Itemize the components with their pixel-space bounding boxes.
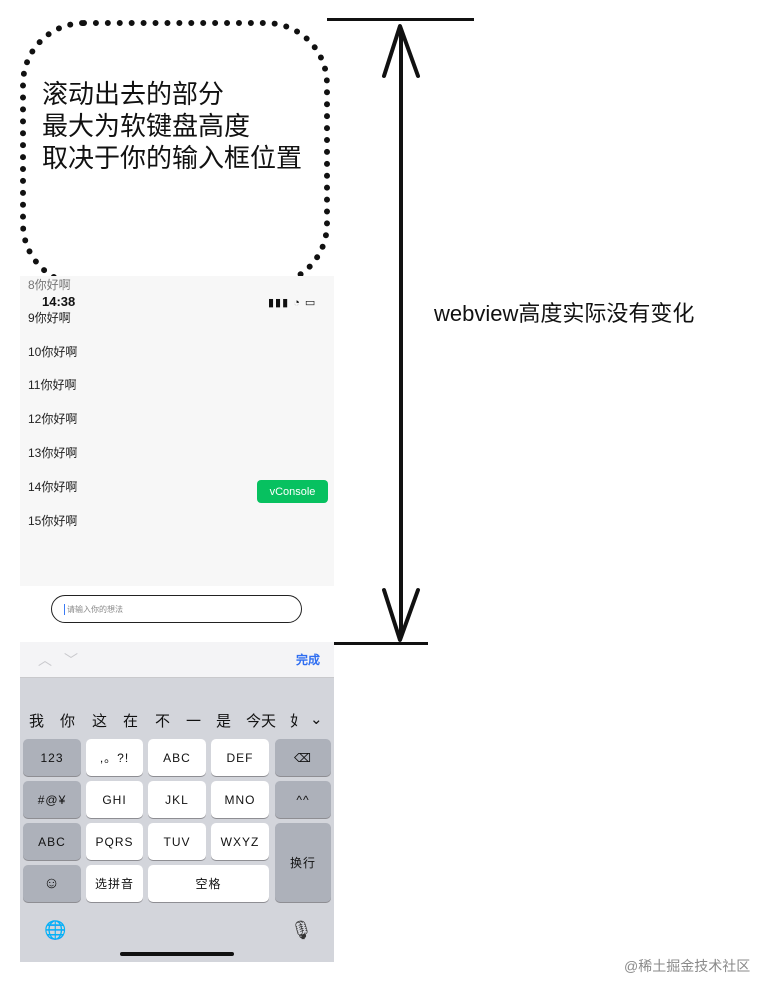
key-abc[interactable]: ABC [148, 739, 206, 776]
measure-label: webview高度实际没有变化 [434, 301, 695, 326]
message-item: 10你好啊 [28, 345, 78, 359]
height-arrow-shaft [399, 30, 403, 634]
key-emoticon[interactable]: ^^ [275, 781, 331, 818]
candidate-word[interactable]: 你 [60, 710, 75, 731]
globe-icon[interactable]: 🌐 [44, 920, 66, 941]
arrow-down-icon [382, 588, 420, 642]
microphone-icon[interactable]: 🎙 [290, 920, 313, 941]
backspace-icon[interactable]: ⌫ [275, 739, 331, 776]
text-caret [64, 603, 65, 615]
message-item: 13你好啊 [28, 446, 78, 460]
message-item: 11你好啊 [28, 378, 77, 392]
message-item: 9你好啊 [28, 311, 71, 325]
key-select-pinyin[interactable]: 选拼音 [86, 865, 143, 902]
input-placeholder: 请输入你的想法 [67, 604, 123, 614]
key-ghi[interactable]: GHI [86, 781, 143, 818]
status-time: 14:38 [42, 294, 76, 309]
key-123[interactable]: 123 [23, 739, 81, 776]
key-pqrs[interactable]: PQRS [86, 823, 143, 860]
vconsole-button[interactable]: vConsole [257, 480, 328, 503]
candidate-word[interactable]: 这 [92, 710, 107, 731]
done-button[interactable]: 完成 [296, 651, 320, 668]
key-punctuation[interactable]: ,。?! [86, 739, 143, 776]
key-wxyz[interactable]: WXYZ [211, 823, 269, 860]
annotation-line-1: 滚动出去的部分 [42, 79, 225, 109]
annotation-text: 滚动出去的部分 最大为软键盘高度 取决于你的输入框位置 [42, 78, 302, 174]
key-space[interactable]: 空格 [148, 865, 269, 902]
chevron-down-icon[interactable]: ﹀ [64, 650, 78, 670]
annotation-line-2: 最大为软键盘高度 [42, 111, 251, 141]
candidate-word[interactable]: 一 [186, 710, 201, 731]
partial-message: 8你好啊 [28, 278, 71, 292]
key-def[interactable]: DEF [211, 739, 269, 776]
candidate-word[interactable]: 如 [290, 710, 298, 731]
candidates-expand-icon[interactable]: ⌄ [310, 710, 323, 728]
message-item: 14你好啊 [28, 480, 78, 494]
key-symbols[interactable]: #@¥ [23, 781, 81, 818]
key-jkl[interactable]: JKL [148, 781, 206, 818]
watermark: @稀土掘金技术社区 [624, 958, 751, 974]
message-item: 15你好啊 [28, 514, 78, 528]
key-mno[interactable]: MNO [211, 781, 269, 818]
annotation-line-3: 取决于你的输入框位置 [42, 143, 303, 173]
candidate-word[interactable]: 今天 [246, 710, 276, 731]
arrow-up-icon [382, 24, 420, 78]
candidate-word[interactable]: 不 [155, 710, 170, 731]
key-tuv[interactable]: TUV [148, 823, 206, 860]
status-icons: ▮▮▮ ◔ ▭ [268, 297, 317, 309]
chevron-up-icon[interactable]: ︿ [38, 650, 52, 670]
candidate-word[interactable]: 我 [29, 710, 44, 731]
candidate-word[interactable]: 在 [123, 710, 138, 731]
key-abc-switch[interactable]: ABC [23, 823, 81, 860]
smiley-icon[interactable]: ☺ [23, 865, 81, 902]
home-indicator [120, 952, 234, 956]
message-item: 12你好啊 [28, 412, 78, 426]
candidate-word[interactable]: 是 [216, 710, 231, 731]
key-newline[interactable]: 换行 [275, 823, 331, 902]
message-input[interactable]: 请输入你的想法 [51, 595, 302, 623]
